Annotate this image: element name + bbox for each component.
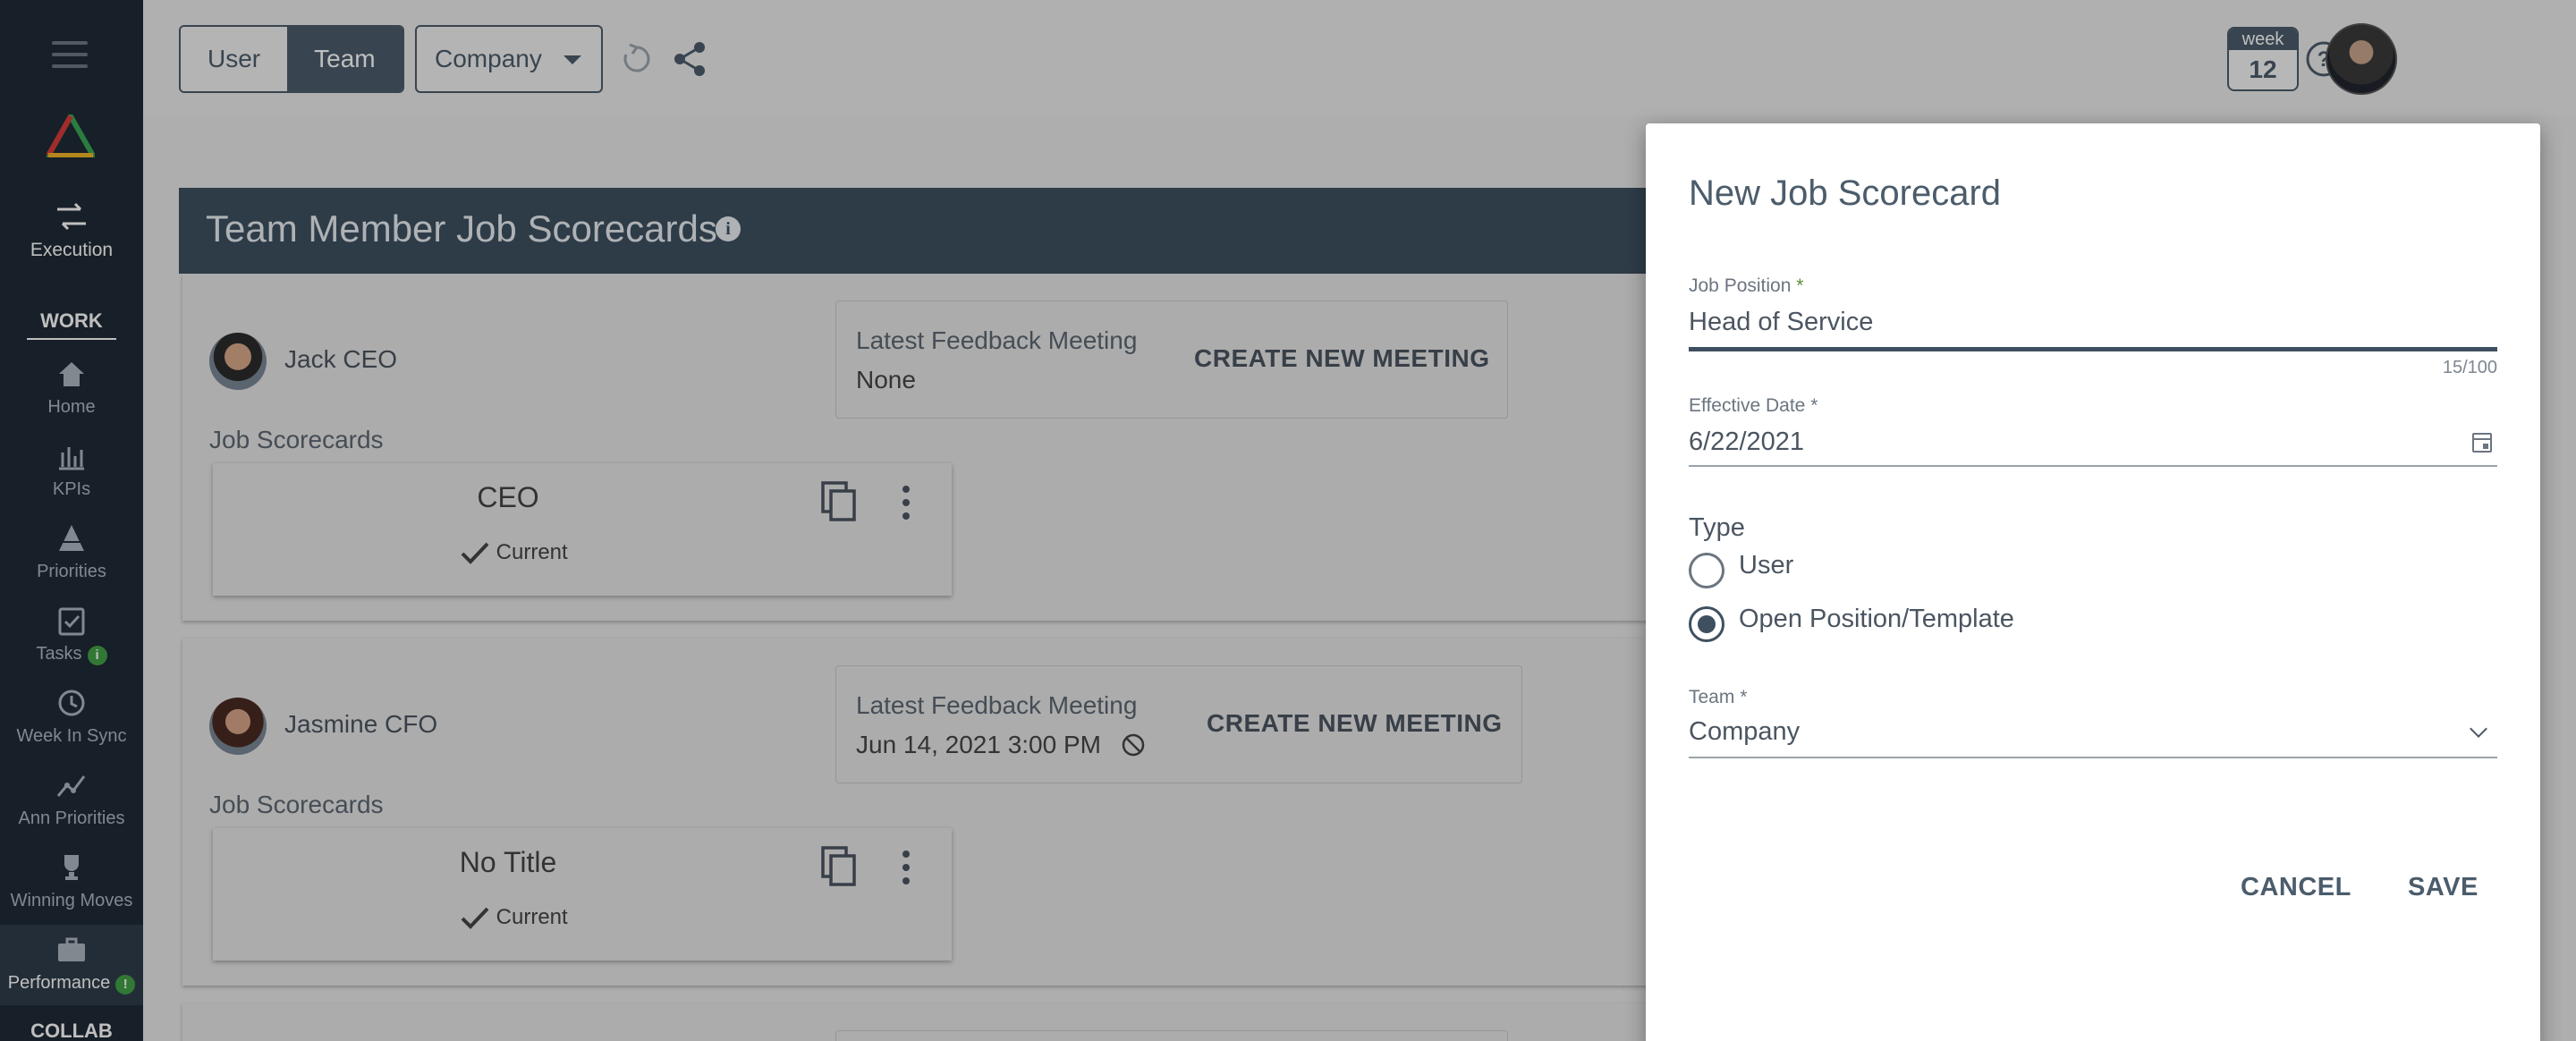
job-position-underline [1689,347,2497,351]
radio-open-position[interactable] [1689,606,1724,642]
new-job-scorecard-dialog: New Job Scorecard Job Position * Head of… [1646,123,2540,1041]
effective-date-label: Effective Date * [1689,395,1818,417]
radio-open-position-label[interactable]: Open Position/Template [1739,605,2014,634]
effective-date-underline [1689,465,2497,467]
required-mark: * [1740,687,1748,707]
save-button[interactable]: SAVE [2408,873,2479,902]
cancel-button[interactable]: CANCEL [2241,873,2351,902]
required-mark: * [1796,275,1804,296]
label-text: Team [1689,687,1735,707]
dialog-title: New Job Scorecard [1689,174,2002,213]
job-position-input[interactable]: Head of Service [1689,308,1873,337]
team-label: Team * [1689,687,1747,708]
team-underline [1689,757,2497,758]
required-mark: * [1810,395,1818,416]
radio-user[interactable] [1689,553,1724,588]
radio-user-label[interactable]: User [1739,551,1793,580]
calendar-icon[interactable] [2472,433,2492,453]
chevron-down-icon[interactable] [2470,720,2487,738]
job-position-label: Job Position * [1689,275,1803,297]
char-counter: 15/100 [2442,358,2497,377]
team-select-field[interactable]: Company [1689,717,1800,747]
effective-date-input[interactable]: 6/22/2021 [1689,427,1804,457]
label-text: Job Position [1689,275,1792,296]
type-label: Type [1689,513,1745,542]
label-text: Effective Date [1689,395,1806,416]
